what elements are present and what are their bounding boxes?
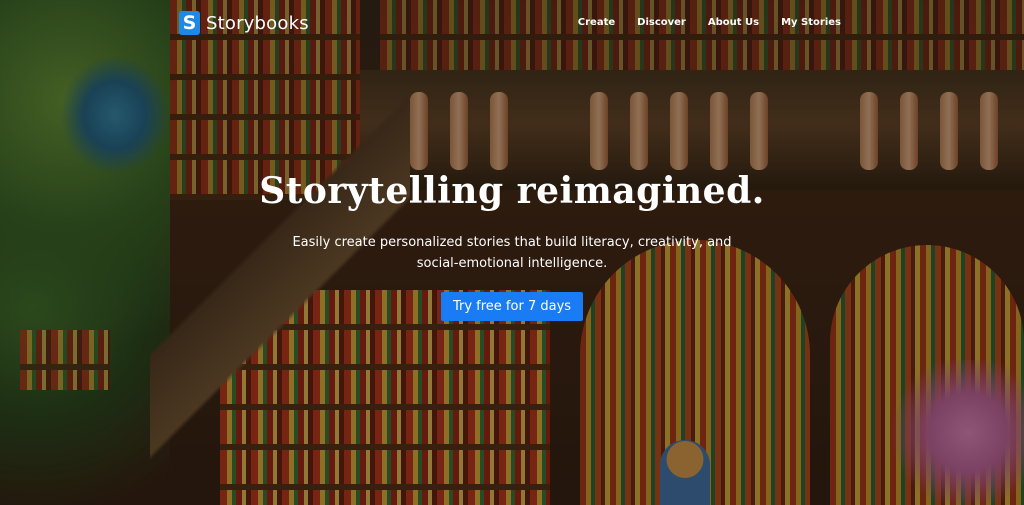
storybooks-logo-icon: S (179, 11, 200, 35)
main-nav: Create Discover About Us My Stories (556, 17, 841, 28)
nav-my-stories[interactable]: My Stories (781, 17, 841, 28)
nav-discover[interactable]: Discover (637, 17, 686, 28)
brand-logo-link[interactable]: S Storybooks (179, 11, 309, 35)
nav-about-us[interactable]: About Us (708, 17, 759, 28)
hero-section: Storytelling reimagined. Easily create p… (0, 170, 1024, 321)
try-free-button[interactable]: Try free for 7 days (440, 292, 584, 321)
top-navbar: S Storybooks Create Discover About Us My… (0, 0, 1024, 48)
hero-title: Storytelling reimagined. (259, 170, 765, 212)
brand-name: Storybooks (206, 12, 309, 34)
hero-subtitle: Easily create personalized stories that … (292, 235, 732, 271)
nav-create[interactable]: Create (578, 17, 615, 28)
